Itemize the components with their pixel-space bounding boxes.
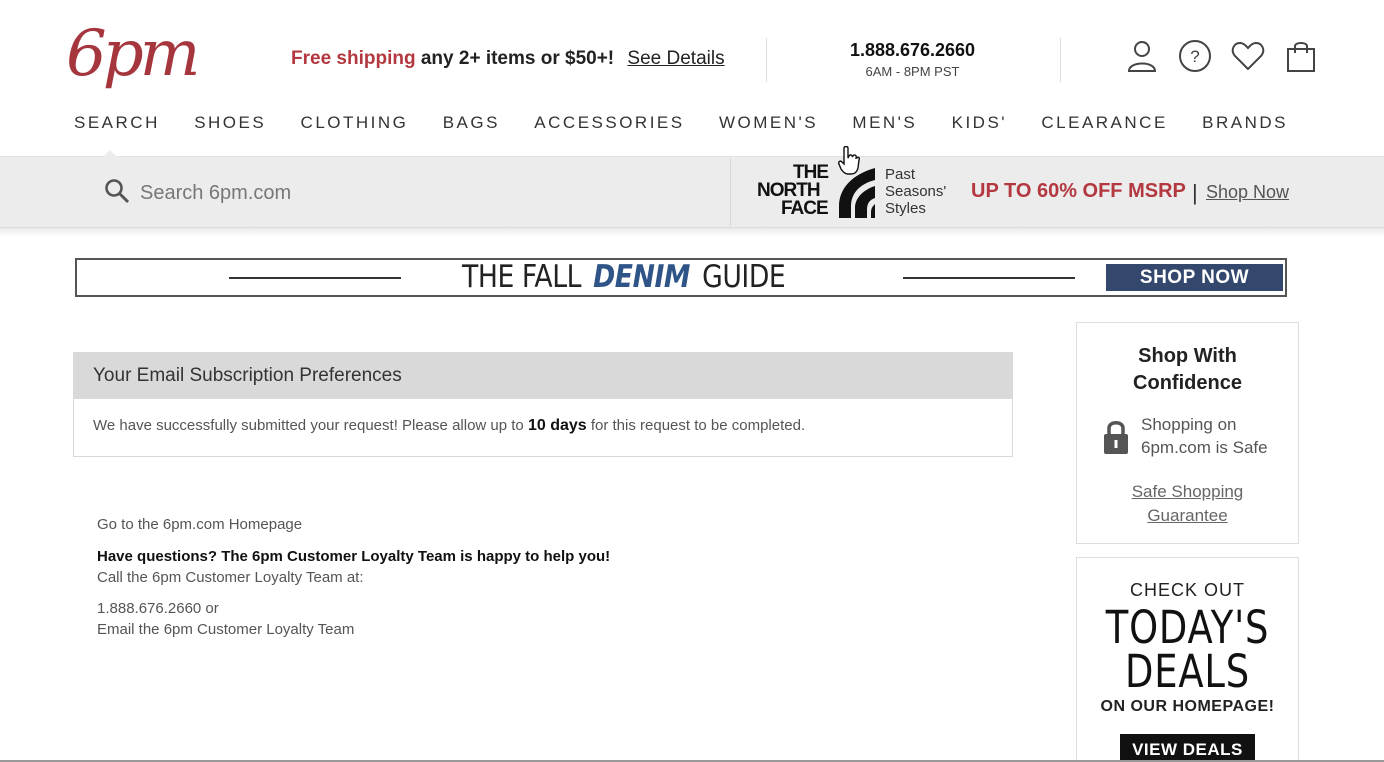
email-team-link[interactable]: Email the 6pm Customer Loyalty Team	[97, 619, 610, 640]
denim-title-post: GUIDE	[702, 259, 786, 295]
past-seasons-text: Past Seasons' Styles	[885, 166, 946, 217]
phone-info: 1.888.676.2660 6AM - 8PM PST	[830, 40, 995, 79]
message-pre: We have successfully submitted your requ…	[93, 417, 528, 434]
past-seasons-line3: Styles	[885, 200, 926, 217]
lock-icon	[1103, 419, 1129, 460]
nav-search[interactable]: SEARCH	[74, 113, 160, 133]
phone-number: 1.888.676.2660	[849, 40, 976, 60]
main-nav: SEARCH SHOES CLOTHING BAGS ACCESSORIES W…	[74, 113, 1288, 133]
past-seasons-line2: Seasons'	[885, 183, 947, 200]
todays-deals-card: CHECK OUT TODAY'S DEALS ON OUR HOMEPAGE!…	[1076, 557, 1299, 762]
view-deals-button[interactable]: VIEW DEALS	[1120, 734, 1255, 762]
header-divider	[1060, 38, 1061, 82]
nav-brands[interactable]: BRANDS	[1202, 113, 1288, 133]
shopping-bag-icon[interactable]	[1283, 38, 1319, 74]
north-face-logo[interactable]: THE NORTH FACE	[757, 163, 879, 220]
confidence-title-line2: Confidence	[1133, 372, 1242, 394]
banner-rule	[229, 277, 401, 279]
account-icon[interactable]	[1124, 38, 1160, 74]
denim-title-highlight: DENIM	[593, 259, 691, 295]
phone-hours: 6AM - 8PM PST	[865, 64, 960, 79]
band-divider	[730, 158, 731, 226]
brand-line3: FACE	[781, 198, 829, 219]
band-shadow	[0, 228, 1384, 236]
safe-text-line1: Shopping on	[1141, 415, 1237, 434]
help-section: Go to the 6pm.com Homepage Have question…	[97, 514, 610, 640]
nav-accessories[interactable]: ACCESSORIES	[534, 113, 684, 133]
svg-text:?: ?	[1190, 47, 1199, 66]
safe-shopping-guarantee-link[interactable]: Safe Shopping Guarantee	[1077, 480, 1298, 528]
nav-clearance[interactable]: CLEARANCE	[1041, 113, 1167, 133]
confidence-title: Shop With Confidence	[1077, 343, 1298, 397]
panel-title: Your Email Subscription Preferences	[74, 353, 1012, 399]
todays-text: TODAY'S	[1105, 601, 1270, 654]
nav-kids[interactable]: KIDS'	[952, 113, 1007, 133]
past-seasons-line1: Past	[885, 166, 916, 183]
guarantee-link-line1[interactable]: Safe Shopping	[1077, 480, 1298, 504]
nav-mens[interactable]: MEN'S	[852, 113, 917, 133]
hand-cursor-icon	[838, 145, 860, 181]
banner-rule	[903, 277, 1075, 279]
free-shipping-promo: Free shipping any 2+ items or $50+! See …	[291, 48, 725, 70]
todays-deals-heading: TODAY'S DEALS	[1097, 601, 1278, 698]
shop-with-confidence-card: Shop With Confidence Shopping on 6pm.com…	[1076, 322, 1299, 544]
promo-text: any 2+ items or $50+!	[415, 48, 615, 69]
nav-womens[interactable]: WOMEN'S	[719, 113, 818, 133]
on-homepage-text: ON OUR HOMEPAGE!	[1100, 698, 1275, 715]
call-text: Call the 6pm Customer Loyalty Team at:	[97, 569, 364, 586]
search-icon[interactable]	[104, 178, 130, 204]
deal-text: UP TO 60% OFF MSRP	[971, 180, 1186, 202]
nav-shoes[interactable]: SHOES	[194, 113, 266, 133]
nav-pointer	[98, 150, 122, 162]
header-icons: ?	[1124, 38, 1319, 74]
email-preferences-panel: Your Email Subscription Preferences We h…	[73, 352, 1013, 457]
header-divider	[766, 38, 767, 82]
site-logo[interactable]: 6pm	[66, 14, 200, 94]
heart-icon[interactable]	[1230, 38, 1266, 74]
help-question: Have questions? The 6pm Customer Loyalty…	[97, 548, 611, 565]
denim-shop-now-button[interactable]: SHOP NOW	[1106, 264, 1283, 291]
deal-separator: |	[1192, 180, 1198, 205]
guarantee-link-line2[interactable]: Guarantee	[1077, 504, 1298, 528]
denim-guide-banner[interactable]: THE FALL DENIM GUIDE SHOP NOW	[75, 258, 1287, 297]
help-phone[interactable]: 1.888.676.2660 or	[97, 598, 610, 619]
see-details-link[interactable]: See Details	[627, 48, 724, 69]
deals-text: DEALS	[1124, 645, 1251, 698]
safe-text: Shopping on 6pm.com is Safe	[1141, 413, 1268, 459]
check-out-text: CHECK OUT	[1129, 580, 1245, 600]
nav-clothing[interactable]: CLOTHING	[301, 113, 409, 133]
message-days: 10 days	[527, 417, 587, 434]
confirmation-message: We have successfully submitted your requ…	[74, 399, 1012, 453]
search-input[interactable]	[140, 176, 700, 210]
message-post: for this request to be completed.	[586, 417, 806, 434]
homepage-link[interactable]: Go to the 6pm.com Homepage	[97, 514, 610, 535]
safe-text-line2: 6pm.com is Safe	[1141, 438, 1268, 457]
confidence-title-line1: Shop With	[1138, 345, 1237, 367]
help-icon[interactable]: ?	[1177, 38, 1213, 74]
denim-banner-title: THE FALL DENIM GUIDE	[462, 259, 786, 295]
denim-title-pre: THE FALL	[462, 259, 582, 295]
promo-highlight: Free shipping	[291, 48, 416, 69]
nav-bags[interactable]: BAGS	[443, 113, 500, 133]
shop-now-link[interactable]: Shop Now	[1206, 182, 1289, 203]
